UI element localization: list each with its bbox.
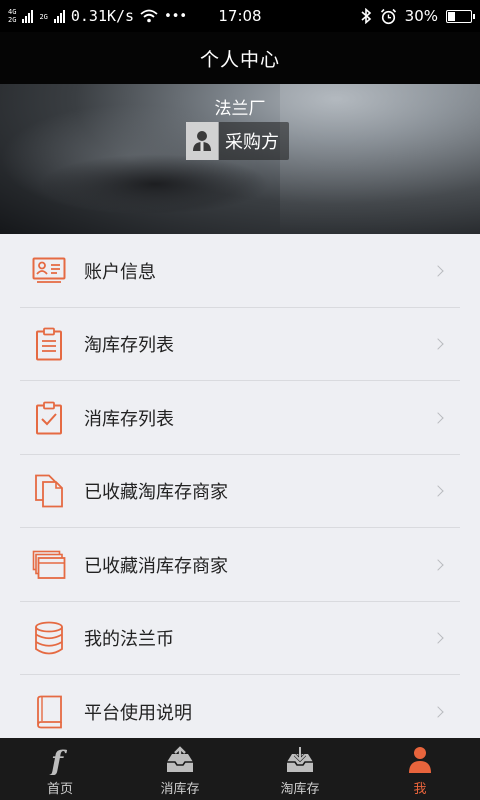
menu-label: 消库存列表 — [84, 408, 174, 430]
status-bar: 4G 2G 2G 0.31K/s ••• 17:08 30% — [0, 0, 480, 32]
tab-sell-inventory[interactable]: 消库存 — [120, 738, 240, 800]
company-name: 法兰厂 — [214, 99, 266, 119]
tab-label: 我 — [413, 782, 427, 797]
menu-label: 我的法兰币 — [84, 629, 174, 651]
menu-label: 已收藏消库存商家 — [84, 555, 228, 577]
menu-item-my-coins[interactable]: 我的法兰币 — [0, 602, 480, 676]
menu-label: 账户信息 — [84, 261, 156, 283]
role-badge[interactable]: 采购方 — [186, 122, 289, 160]
chevron-right-icon — [432, 485, 444, 497]
person-icon — [408, 744, 432, 776]
menu-item-sell-inventory-list[interactable]: 消库存列表 — [0, 381, 480, 455]
chevron-right-icon — [432, 559, 444, 571]
user-icon — [186, 122, 218, 160]
clipboard-check-icon — [32, 400, 66, 436]
tab-buy-inventory[interactable]: 淘库存 — [240, 738, 360, 800]
download-tray-icon — [285, 744, 315, 776]
chevron-right-icon — [432, 632, 444, 644]
menu-label: 已收藏淘库存商家 — [84, 482, 228, 504]
account-card-icon — [32, 253, 66, 289]
clipboard-list-icon — [32, 326, 66, 362]
chevron-right-icon — [432, 706, 444, 718]
tab-label: 消库存 — [160, 782, 200, 797]
home-f-icon: f — [47, 744, 73, 776]
tab-label: 首页 — [46, 782, 73, 797]
coins-stack-icon — [32, 620, 66, 656]
menu-label: 平台使用说明 — [84, 702, 192, 724]
profile-banner: 法兰厂 采购方 — [0, 84, 480, 234]
menu-label: 淘库存列表 — [84, 335, 174, 357]
upload-tray-icon — [165, 744, 195, 776]
book-icon — [32, 694, 66, 730]
tab-home[interactable]: f 首页 — [0, 738, 120, 800]
battery-fill — [448, 11, 455, 21]
menu-list: 账户信息 淘库存列表 消库存列表 已收藏淘库存商家 已收藏消库存商家 我的法兰币… — [0, 234, 480, 749]
menu-item-buy-inventory-list[interactable]: 淘库存列表 — [0, 308, 480, 382]
battery-icon — [446, 9, 475, 23]
title-bar: 个人中心 — [0, 32, 480, 84]
role-label: 采购方 — [218, 122, 289, 160]
menu-item-favorite-sell-merchants[interactable]: 已收藏消库存商家 — [0, 528, 480, 602]
tab-label: 淘库存 — [280, 782, 320, 797]
svg-text:f: f — [49, 745, 68, 775]
chevron-right-icon — [432, 338, 444, 350]
status-time: 17:08 — [218, 7, 262, 25]
bottom-tab-bar: f 首页 消库存 淘库存 我 — [0, 738, 480, 800]
menu-item-account-info[interactable]: 账户信息 — [0, 234, 480, 308]
stacked-cards-icon — [32, 547, 66, 583]
page-title: 个人中心 — [199, 48, 280, 71]
chevron-right-icon — [432, 265, 444, 277]
tab-me[interactable]: 我 — [360, 738, 480, 800]
documents-icon — [32, 473, 66, 509]
menu-item-favorite-buy-merchants[interactable]: 已收藏淘库存商家 — [0, 455, 480, 529]
chevron-right-icon — [432, 412, 444, 424]
